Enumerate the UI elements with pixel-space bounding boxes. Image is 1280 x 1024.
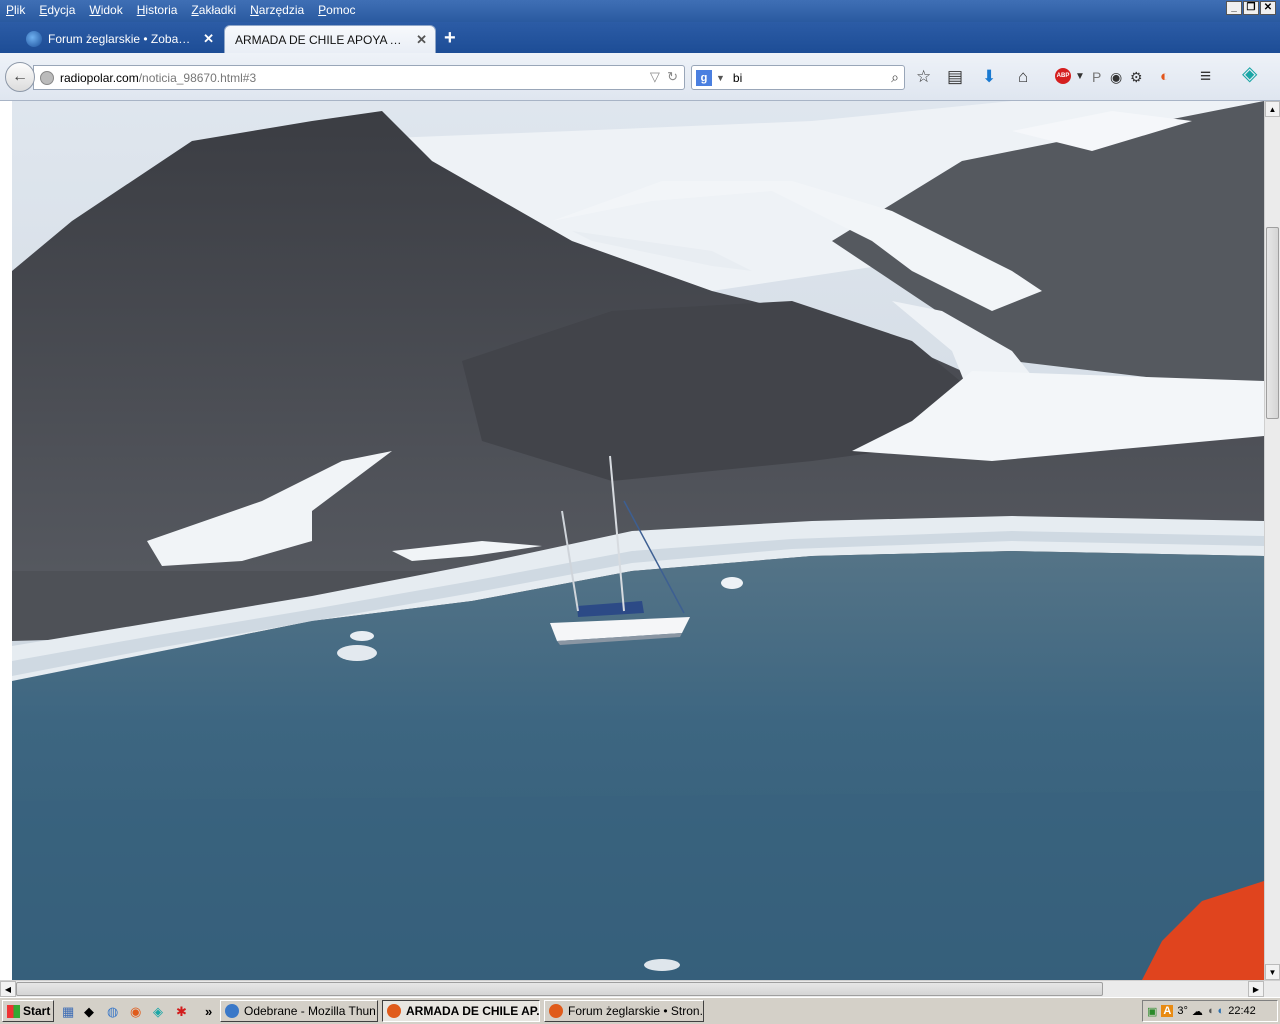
tab-bar: Forum żeglarskie • Zobacz wą... ✕ ARMADA… [0, 22, 1280, 53]
url-host: radiopolar.com [60, 70, 139, 85]
horizontal-scrollbar[interactable]: ◀ ▶ [0, 980, 1280, 997]
start-button[interactable]: Start [2, 1000, 54, 1022]
windows-logo-icon [7, 1004, 20, 1018]
restore-button[interactable]: ❐ [1243, 1, 1259, 15]
menu-narzedzia[interactable]: Narzędzia [250, 3, 304, 17]
adblock-icon[interactable]: ABP [1055, 68, 1071, 84]
quicklaunch-app-icon[interactable]: ◈ [153, 1004, 163, 1019]
download-icon[interactable]: ⬇ [982, 67, 996, 87]
start-label: Start [23, 1004, 51, 1018]
tab-forum[interactable]: Forum żeglarskie • Zobacz wą... ✕ [16, 25, 222, 53]
extension-orange-icon[interactable]: ◐ [1160, 67, 1169, 87]
scroll-right-icon[interactable]: ▶ [1248, 981, 1264, 997]
taskbar: Start ▦ ◆ ◍ ◉ ◈ ✱ » Odebrane - Mozilla T… [0, 997, 1280, 1024]
tab-label: ARMADA DE CHILE APOYA A YAT... [235, 32, 407, 47]
scroll-left-icon[interactable]: ◀ [0, 981, 16, 997]
reload-icon[interactable]: ↻ [667, 69, 678, 84]
clock: 22:42 [1228, 1005, 1256, 1017]
weather-icon[interactable]: ☁ [1192, 1005, 1203, 1018]
close-window-button[interactable]: ✕ [1260, 1, 1276, 15]
menu-historia[interactable]: Historia [137, 3, 178, 17]
volume-icon[interactable]: ◖ [1207, 1005, 1214, 1017]
menu-pomoc[interactable]: Pomoc [318, 3, 355, 17]
task-label: Odebrane - Mozilla Thun... [244, 1004, 378, 1018]
extension-icon[interactable]: ◉ [1110, 67, 1122, 87]
settings-gear-icon[interactable]: ⚙ [1130, 67, 1143, 87]
pinterest-icon[interactable]: P [1092, 67, 1101, 87]
close-tab-icon[interactable]: ✕ [203, 31, 214, 47]
globe-icon [40, 70, 54, 85]
scroll-up-icon[interactable]: ▲ [1265, 101, 1280, 117]
reading-list-icon[interactable]: ▤ [947, 67, 963, 87]
page-content [0, 101, 1264, 980]
search-icon[interactable]: ⌕ [891, 69, 899, 86]
menu-icon[interactable]: ≡ [1200, 67, 1211, 87]
menu-widok[interactable]: Widok [89, 3, 122, 17]
task-thunderbird[interactable]: Odebrane - Mozilla Thun... [220, 1000, 378, 1022]
scroll-down-icon[interactable]: ▼ [1265, 964, 1280, 980]
history-dropdown-icon[interactable]: ▽ [650, 69, 660, 84]
task-firefox-forum[interactable]: Forum żeglarskie • Stron... [544, 1000, 704, 1022]
sync-layers-icon[interactable]: ◈ [1242, 64, 1257, 84]
google-search-engine-icon[interactable]: g [696, 69, 712, 86]
firefox-icon [387, 1004, 401, 1018]
quicklaunch-thunderbird-icon[interactable]: ◍ [107, 1004, 118, 1019]
task-label: Forum żeglarskie • Stron... [568, 1004, 704, 1018]
task-label: ARMADA DE CHILE AP... [406, 1004, 540, 1018]
quicklaunch-chat-icon[interactable]: ◆ [84, 1004, 94, 1019]
menu-plik[interactable]: Plik [6, 3, 25, 17]
engine-dropdown-icon[interactable]: ▼ [716, 73, 725, 83]
menu-zakladki[interactable]: Zakładki [191, 3, 236, 17]
back-arrow-icon: ← [12, 68, 28, 85]
antarctic-yacht-photo [12, 101, 1264, 980]
new-tab-button[interactable]: + [444, 27, 456, 50]
back-button[interactable]: ← [5, 62, 35, 92]
tab-armada[interactable]: ARMADA DE CHILE APOYA A YAT... ✕ [224, 25, 436, 53]
update-icon[interactable]: ◐ [1218, 1005, 1225, 1017]
avast-icon[interactable]: A [1161, 1005, 1174, 1017]
quicklaunch-firefox-icon[interactable]: ◉ [130, 1004, 141, 1019]
thunderbird-icon [225, 1004, 239, 1018]
task-firefox-armada[interactable]: ARMADA DE CHILE AP... [382, 1000, 540, 1022]
search-input[interactable]: bi [733, 71, 742, 85]
quicklaunch-more-icon[interactable]: » [205, 1004, 212, 1019]
url-bar[interactable]: radiopolar.com/noticia_98670.html#3 ▽ ↻ [33, 65, 685, 90]
navigation-bar: radiopolar.com/noticia_98670.html#3 ▽ ↻ … [0, 53, 1280, 101]
minimize-button[interactable]: _ [1226, 1, 1242, 15]
star-icon[interactable]: ☆ [916, 67, 931, 87]
menu-edycja[interactable]: Edycja [39, 3, 75, 17]
close-tab-icon[interactable]: ✕ [416, 32, 427, 48]
tab-label: Forum żeglarskie • Zobacz wą... [48, 32, 194, 46]
firefox-icon [549, 1004, 563, 1018]
search-bar[interactable]: g ▼ bi ⌕ [691, 65, 905, 90]
quicklaunch-explorer-icon[interactable]: ▦ [62, 1004, 74, 1019]
quicklaunch-spider-icon[interactable]: ✱ [176, 1004, 187, 1019]
horizontal-scroll-thumb[interactable] [16, 982, 1103, 996]
temperature: 3° [1177, 1005, 1188, 1017]
vertical-scrollbar[interactable]: ▲ ▼ [1264, 101, 1280, 980]
url-path: /noticia_98670.html#3 [138, 70, 257, 85]
system-tray: ▣ A 3° ☁ ◖ ◐ 22:42 [1142, 1000, 1278, 1022]
network-icon[interactable]: ▣ [1147, 1005, 1157, 1018]
adblock-dropdown-icon[interactable]: ▼ [1075, 67, 1085, 87]
vertical-scroll-thumb[interactable] [1266, 227, 1279, 419]
forum-favicon-icon [26, 31, 42, 47]
home-icon[interactable]: ⌂ [1018, 67, 1028, 87]
menu-bar: Plik Edycja Widok Historia Zakładki Narz… [0, 0, 1280, 22]
